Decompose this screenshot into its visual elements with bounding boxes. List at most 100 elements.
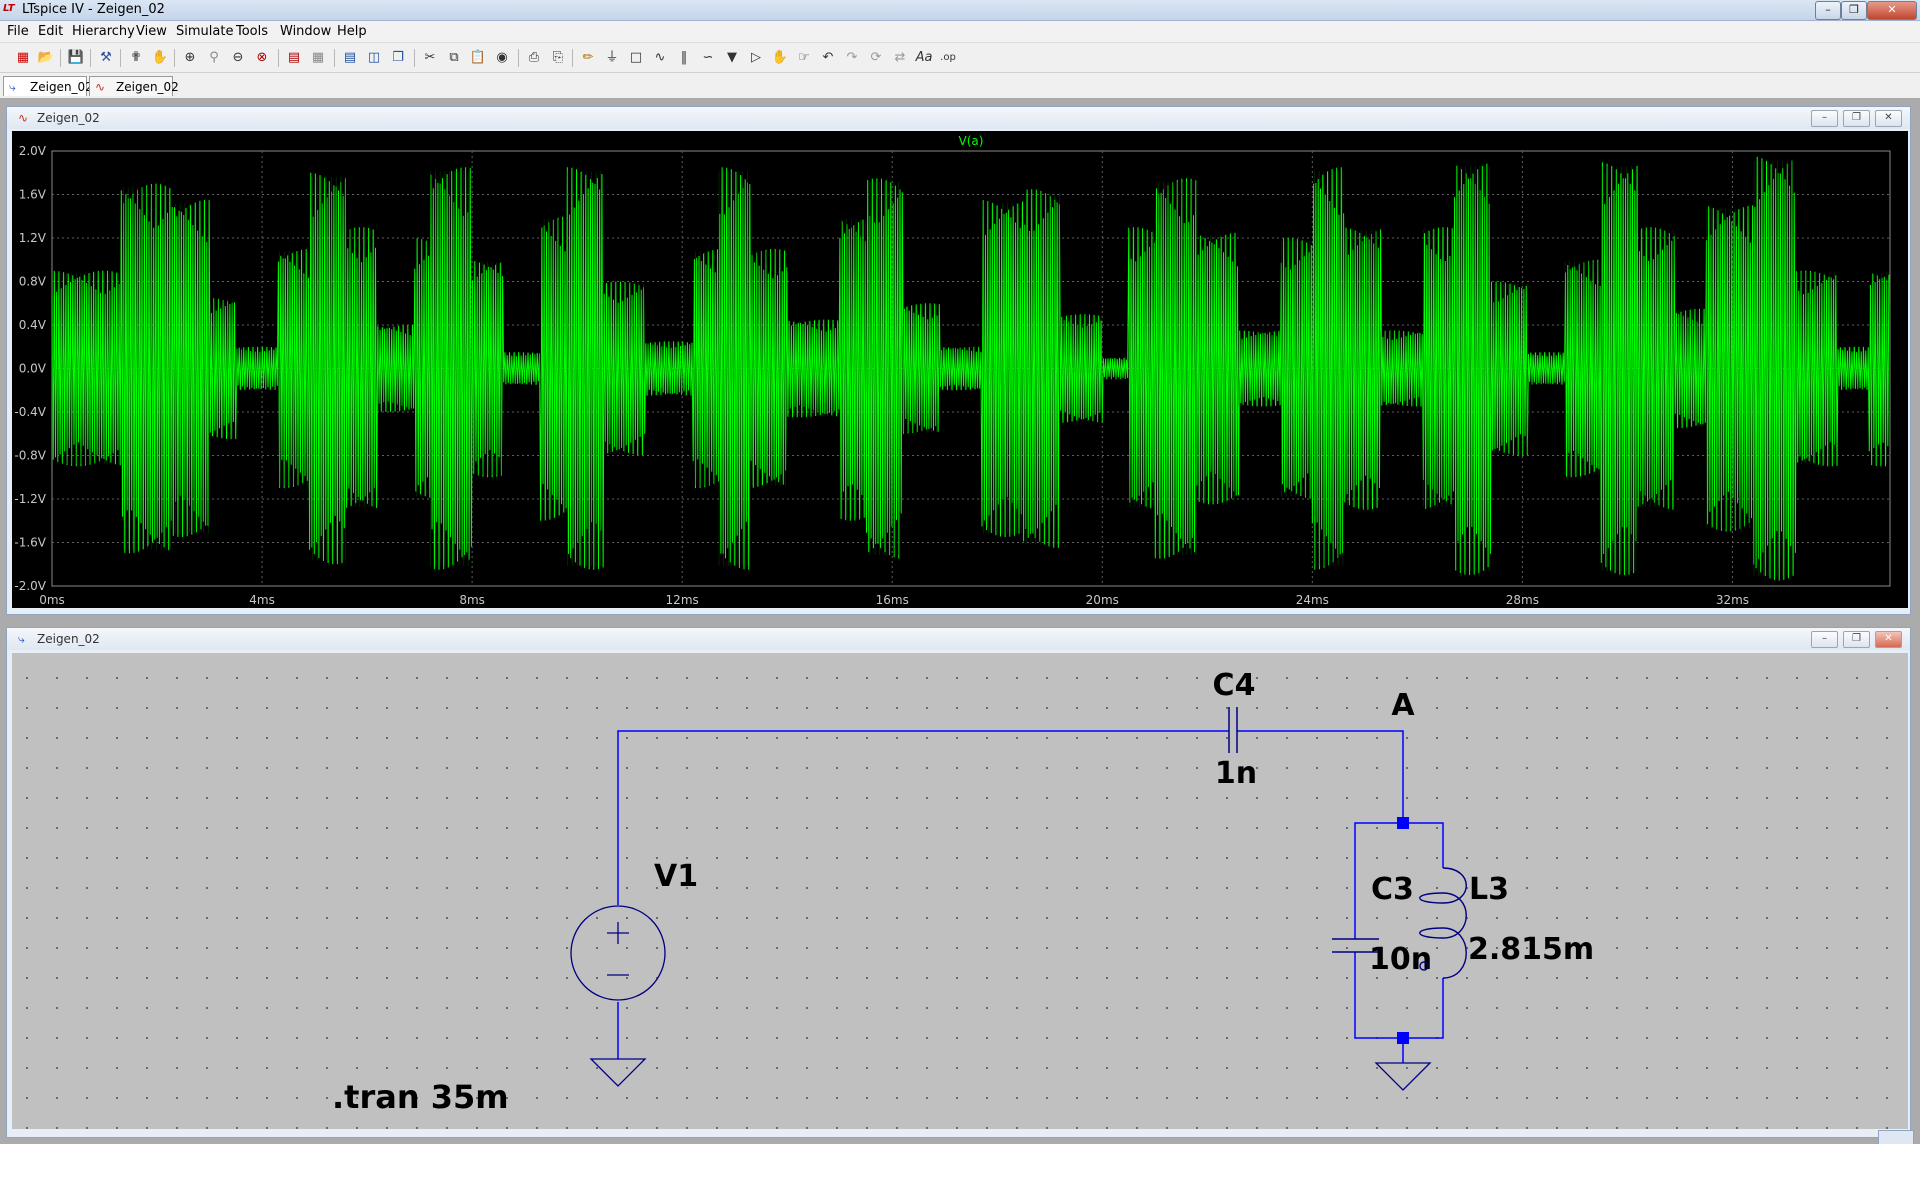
y-tick-label: 1.2V <box>19 231 47 245</box>
undo-icon[interactable]: ↶ <box>819 49 837 67</box>
spice-directive[interactable]: .tran 35m <box>332 1078 509 1116</box>
move-hand-icon[interactable]: ✋ <box>771 49 789 67</box>
x-tick-label: 4ms <box>249 593 275 607</box>
c4-value-label[interactable]: 1n <box>1215 756 1257 791</box>
x-tick-label: 0ms <box>39 593 65 607</box>
waveform-icon: ∿ <box>18 111 29 125</box>
draw-wire-icon[interactable]: ✏ <box>579 49 597 67</box>
l3-ref-label[interactable]: L3 <box>1469 872 1509 907</box>
save-icon[interactable]: 💾 <box>67 49 85 67</box>
waveform-plot[interactable]: 0ms 4ms 8ms 12ms 16ms 20ms 24ms 28ms 32ms 2.0V 1.6… <box>12 131 1908 608</box>
ltspice-logo-icon: LT <box>3 3 15 14</box>
x-tick-label: 28ms <box>1506 593 1539 607</box>
paste-icon[interactable]: 📋 <box>469 49 487 67</box>
resistor-icon[interactable]: ∿ <box>651 49 669 67</box>
menu-simulate[interactable]: Simulate <box>176 24 233 39</box>
y-tick-label: -0.8V <box>14 449 46 463</box>
tab-schematic[interactable]: ⤷ Zeigen_02 <box>3 76 93 96</box>
menu-tools[interactable]: Tools <box>236 24 268 39</box>
minimize-button[interactable]: – <box>1815 1 1841 20</box>
cascade-icon[interactable]: ❐ <box>389 49 407 67</box>
schematic-minimize-button[interactable]: – <box>1811 631 1838 648</box>
c3-value-label[interactable]: 10n <box>1369 942 1432 977</box>
v1-ref-label[interactable]: V1 <box>654 859 698 894</box>
schematic-icon: ⤷ <box>9 80 16 94</box>
y-tick-label: 0.0V <box>19 362 47 376</box>
schematic-canvas[interactable]: V1 C4 1n A C3 10n L3 2.815m .tran 35m <box>12 653 1908 1129</box>
text-icon[interactable]: Aa <box>915 49 933 67</box>
l3-value-label[interactable]: 2.815m <box>1468 932 1594 967</box>
rotate-icon[interactable]: ⟳ <box>867 49 885 67</box>
autorange-icon[interactable]: ▤ <box>285 49 303 67</box>
menu-bar: File Edit Hierarchy View Simulate Tools … <box>0 21 1920 43</box>
maximize-button[interactable]: ❐ <box>1841 1 1867 20</box>
schematic-close-button[interactable]: ✕ <box>1875 631 1902 648</box>
waveform-window-header: ∿ Zeigen_02 – ❐ ✕ <box>7 107 1910 129</box>
junction-node-ground[interactable] <box>1397 1032 1409 1044</box>
waveform-window-title: Zeigen_02 <box>37 111 100 125</box>
junction-node-a[interactable] <box>1397 817 1409 829</box>
cut-icon[interactable]: ✂ <box>421 49 439 67</box>
spice-directive-icon[interactable]: .op <box>939 49 957 67</box>
y-tick-label: -2.0V <box>14 579 46 593</box>
zoom-out-icon[interactable]: ⊖ <box>229 49 247 67</box>
waveform-icon: ∿ <box>95 80 106 94</box>
y-tick-label: 1.6V <box>19 188 47 202</box>
waveform-maximize-button[interactable]: ❐ <box>1843 110 1870 127</box>
open-icon[interactable]: 📂 <box>37 49 55 67</box>
x-tick-label: 32ms <box>1716 593 1749 607</box>
zoom-fit-icon[interactable]: ⊗ <box>253 49 271 67</box>
component-icon[interactable]: ▷ <box>747 49 765 67</box>
new-schematic-icon[interactable]: ▦ <box>14 49 32 67</box>
print-icon[interactable]: ⎙ <box>525 49 543 67</box>
print-preview-icon[interactable]: ⎘ <box>549 49 567 67</box>
trace-va[interactable] <box>51 156 1890 581</box>
x-tick-label: 20ms <box>1086 593 1119 607</box>
trace-label-va[interactable]: V(a) <box>959 134 984 148</box>
tab-label: Zeigen_02 <box>30 80 93 94</box>
c3-ref-label[interactable]: C3 <box>1371 872 1414 907</box>
redo-icon[interactable]: ↷ <box>843 49 861 67</box>
y-tick-label: 2.0V <box>19 144 47 158</box>
menu-hierarchy[interactable]: Hierarchy <box>72 24 135 39</box>
grid-icon[interactable]: ▦ <box>309 49 327 67</box>
document-tab-strip: ⤷ Zeigen_02 ∿ Zeigen_02 <box>0 73 1920 99</box>
mirror-icon[interactable]: ⇄ <box>891 49 909 67</box>
net-label-a[interactable]: A <box>1391 688 1415 723</box>
ground-icon[interactable]: ⏚ <box>603 49 621 67</box>
y-tick-label: -0.4V <box>14 405 46 419</box>
run-icon[interactable]: ✟ <box>127 49 145 67</box>
zoom-pan-icon[interactable]: ⚲ <box>205 49 223 67</box>
find-icon[interactable]: ◉ <box>493 49 511 67</box>
y-tick-label: -1.2V <box>14 492 46 506</box>
schematic-svg: V1 C4 1n A C3 10n L3 2.815m .tran 35m <box>12 653 1908 1129</box>
schematic-maximize-button[interactable]: ❐ <box>1843 631 1870 648</box>
y-tick-label: -1.6V <box>14 536 46 550</box>
x-tick-label: 16ms <box>876 593 909 607</box>
inductor-icon[interactable]: ∽ <box>699 49 717 67</box>
c4-ref-label[interactable]: C4 <box>1213 668 1256 703</box>
menu-view[interactable]: View <box>136 24 167 39</box>
tile-horizontal-icon[interactable]: ▤ <box>341 49 359 67</box>
menu-help[interactable]: Help <box>337 24 367 39</box>
tile-vertical-icon[interactable]: ◫ <box>365 49 383 67</box>
y-tick-label: 0.4V <box>19 318 47 332</box>
menu-file[interactable]: File <box>7 24 29 39</box>
schematic-icon: ⤷ <box>18 632 25 646</box>
copy-icon[interactable]: ⧉ <box>445 49 463 67</box>
waveform-close-button[interactable]: ✕ <box>1875 110 1902 127</box>
label-net-icon[interactable]: □ <box>627 49 645 67</box>
capacitor-icon[interactable]: ‖ <box>675 49 693 67</box>
x-tick-label: 12ms <box>666 593 699 607</box>
waveform-minimize-button[interactable]: – <box>1811 110 1838 127</box>
control-panel-icon[interactable]: ⚒ <box>97 49 115 67</box>
pan-hand-icon[interactable]: ✋ <box>151 49 169 67</box>
drag-hand-icon[interactable]: ☞ <box>795 49 813 67</box>
tab-waveform[interactable]: ∿ Zeigen_02 <box>89 76 179 96</box>
diode-icon[interactable]: ▼ <box>723 49 741 67</box>
menu-window[interactable]: Window <box>280 24 331 39</box>
zoom-in-icon[interactable]: ⊕ <box>181 49 199 67</box>
close-button[interactable]: ✕ <box>1867 1 1917 20</box>
window-title: LTspice IV - Zeigen_02 <box>22 2 165 17</box>
menu-edit[interactable]: Edit <box>38 24 63 39</box>
